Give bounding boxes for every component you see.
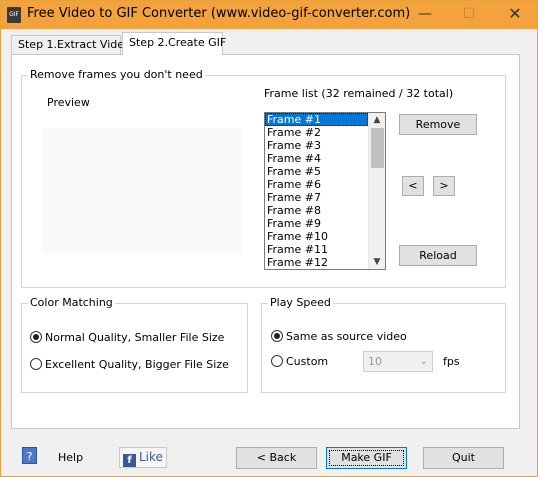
focus-rectangle [329,450,404,466]
radio-button-checked[interactable] [30,331,42,343]
radio-normal-quality-label: Normal Quality, Smaller File Size [45,331,225,344]
color-matching-group-label: Color Matching [28,296,115,309]
radio-button[interactable] [271,355,283,367]
radio-custom-speed[interactable]: Custom [271,355,328,368]
fps-select[interactable]: 10 ⌄ [363,351,433,372]
preview-label: Preview [47,96,90,109]
facebook-like-button[interactable]: f Like [119,447,167,468]
frame-list-item[interactable]: Frame #5 [265,165,368,178]
tab-panel-create-gif: Remove frames you don't need Preview Fra… [11,54,520,429]
scroll-down-arrow-icon[interactable]: ▼ [369,255,385,269]
remove-frames-group-label: Remove frames you don't need [28,68,205,81]
frame-list-item[interactable]: Frame #10 [265,230,368,243]
frame-list-item[interactable]: Frame #3 [265,139,368,152]
radio-custom-speed-label: Custom [286,355,329,368]
close-button[interactable]: ✕ [495,1,535,29]
reload-button[interactable]: Reload [399,245,477,266]
tab-extract-video[interactable]: Step 1.Extract Video [11,35,131,55]
frame-list-scrollbar[interactable]: ▲ ▼ [368,113,385,269]
scroll-thumb[interactable] [371,128,384,168]
quit-button[interactable]: Quit [423,447,504,469]
window-title: Free Video to GIF Converter (www.video-g… [27,6,411,21]
radio-normal-quality[interactable]: Normal Quality, Smaller File Size [30,331,224,344]
play-speed-group: Play Speed [261,296,506,393]
chevron-down-icon: ⌄ [419,356,428,367]
minimize-button[interactable]: — [405,1,445,29]
like-label: Like [139,450,163,464]
scroll-up-arrow-icon[interactable]: ▲ [369,113,385,127]
fps-label: fps [443,355,460,368]
app-window: GIF Free Video to GIF Converter (www.vid… [0,0,538,477]
color-matching-group: Color Matching [21,296,248,393]
frame-list-item[interactable]: Frame #4 [265,152,368,165]
maximize-button[interactable]: ☐ [449,1,489,29]
preview-area [42,128,242,253]
frame-list-item[interactable]: Frame #8 [265,204,368,217]
make-gif-button[interactable]: Make GIF [326,447,407,469]
radio-same-as-source[interactable]: Same as source video [271,330,407,343]
radio-button-checked[interactable] [271,330,283,342]
back-button[interactable]: < Back [236,447,317,469]
app-icon: GIF [7,7,21,23]
frame-list-item[interactable]: Frame #9 [265,217,368,230]
frame-listbox[interactable]: Frame #1 Frame #2 Frame #3 Frame #4 Frame #5… [264,112,386,270]
title-bar[interactable]: GIF Free Video to GIF Converter (www.vid… [1,1,537,29]
play-speed-group-label: Play Speed [268,296,333,309]
frame-list-item[interactable]: Frame #12 [265,256,368,269]
radio-excellent-quality-label: Excellent Quality, Bigger File Size [45,358,229,371]
previous-frame-button[interactable]: < [402,176,424,196]
remove-button[interactable]: Remove [399,114,477,135]
facebook-icon: f [123,454,136,467]
help-icon[interactable]: ? [22,447,37,464]
next-frame-button[interactable]: > [433,176,455,196]
radio-same-as-source-label: Same as source video [286,330,407,343]
fps-select-value: 10 [368,355,382,368]
frame-list-label: Frame list (32 remained / 32 total) [264,87,454,100]
remove-frames-group: Remove frames you don't need Preview Fra… [21,68,506,288]
frame-list-item[interactable]: Frame #11 [265,243,368,256]
radio-excellent-quality[interactable]: Excellent Quality, Bigger File Size [30,358,229,371]
help-link[interactable]: Help [58,451,83,464]
frame-list-item[interactable]: Frame #7 [265,191,368,204]
frame-list-item[interactable]: Frame #6 [265,178,368,191]
frame-list-item[interactable]: Frame #2 [265,126,368,139]
frame-list-item[interactable]: Frame #1 [265,113,368,126]
radio-button[interactable] [30,358,42,370]
tab-create-gif[interactable]: Step 2.Create GIF [122,32,226,55]
